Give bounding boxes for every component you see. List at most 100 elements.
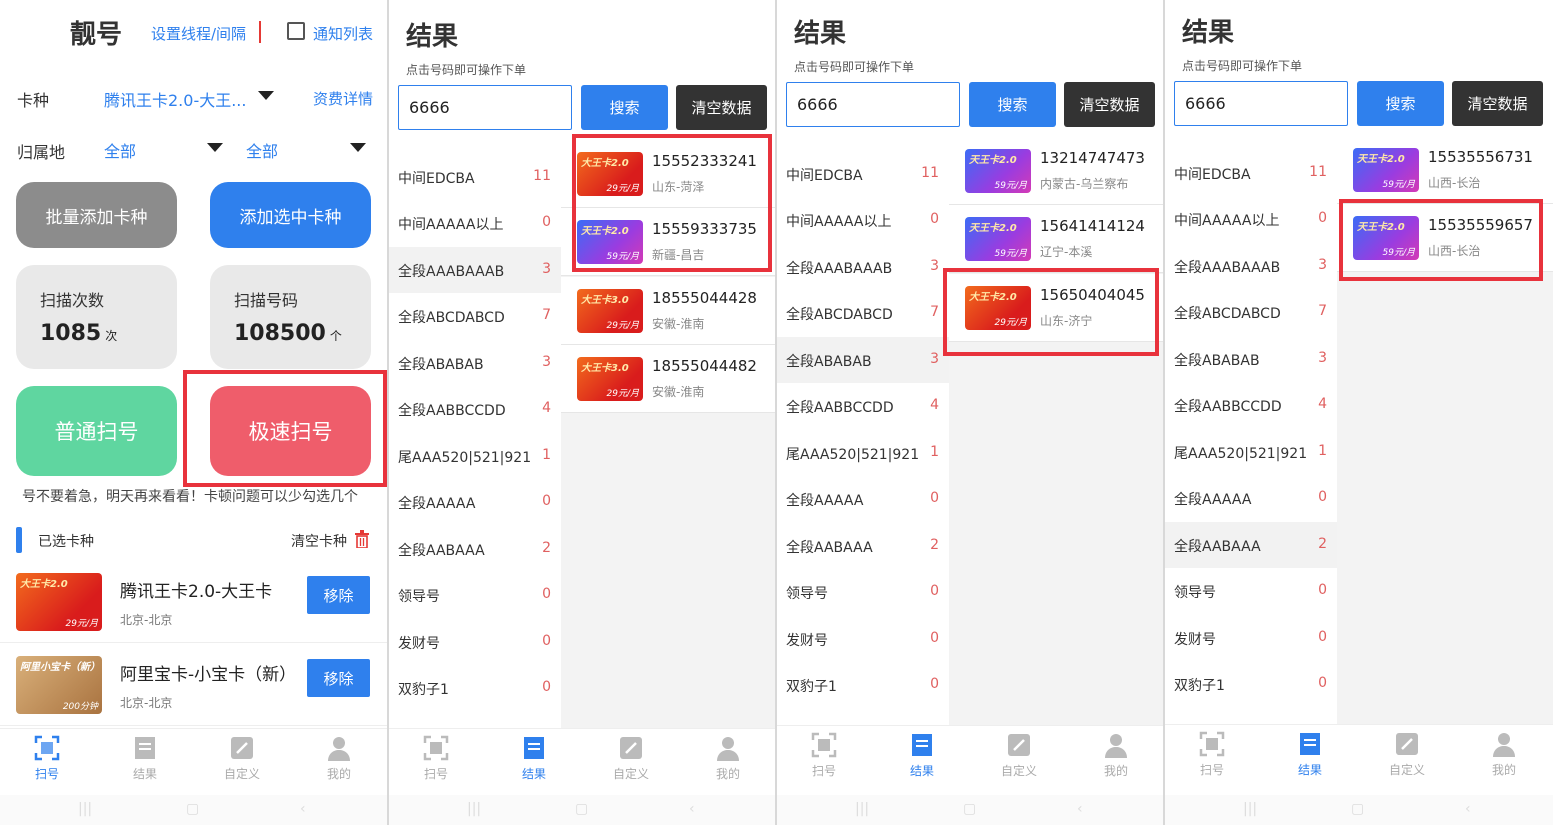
tab-scan[interactable]: 扫号 <box>789 732 859 779</box>
trash-icon[interactable] <box>354 530 370 548</box>
category-item[interactable]: 全段AAABAAAB 3 <box>389 247 561 293</box>
category-item[interactable]: 中间EDCBA 11 <box>777 151 949 197</box>
number-item[interactable]: 大王卡3.0 29元/月 18555044428 安徽-淮南 <box>561 277 775 345</box>
category-item[interactable]: 全段AABBCCDD 4 <box>777 383 949 429</box>
category-item[interactable]: 全段AAABAAAB 3 <box>1165 243 1337 289</box>
search-button[interactable]: 搜索 <box>1357 81 1444 126</box>
category-item[interactable]: 全段AABAAA 2 <box>1165 522 1337 568</box>
tab-profile[interactable]: 我的 <box>1469 731 1539 778</box>
category-item[interactable]: 全段AAAAA 0 <box>777 476 949 522</box>
phone-number[interactable]: 15559333735 <box>652 220 757 238</box>
tab-custom[interactable]: 自定义 <box>1372 731 1442 778</box>
system-nav-bar: ||| ▢ ‹ <box>777 795 1163 825</box>
search-input[interactable]: 6666 <box>1174 81 1348 126</box>
clear-data-button[interactable]: 清空数据 <box>1452 81 1543 126</box>
phone-number[interactable]: 15650404045 <box>1040 286 1145 304</box>
province-select[interactable]: 全部 <box>104 138 136 162</box>
category-item[interactable]: 全段ABCDABCD 7 <box>777 290 949 336</box>
number-item[interactable]: 天王卡2.0 59元/月 15641414124 辽宁-本溪 <box>949 205 1163 273</box>
category-item[interactable]: 尾AAA520|521|921 1 <box>777 430 949 476</box>
category-item[interactable]: 全段AABBCCDD 4 <box>1165 382 1337 428</box>
add-selected-button[interactable]: 添加选中卡种 <box>210 182 371 248</box>
category-item[interactable]: 发财号 0 <box>389 619 561 665</box>
number-item[interactable]: 天王卡2.0 59元/月 15535559657 山西-长治 <box>1337 204 1553 272</box>
chevron-down-icon[interactable] <box>350 143 366 152</box>
search-button[interactable]: 搜索 <box>581 85 668 130</box>
chevron-down-icon[interactable] <box>207 143 223 152</box>
category-item[interactable]: 双豹子1 0 <box>1165 661 1337 707</box>
category-item[interactable]: 双豹子1 0 <box>777 662 949 708</box>
category-item[interactable]: 发财号 0 <box>777 616 949 662</box>
category-item[interactable]: 中间AAAAA以上 0 <box>777 197 949 243</box>
category-item[interactable]: 领导号 0 <box>389 572 561 618</box>
city-select[interactable]: 全部 <box>246 138 278 162</box>
tab-custom[interactable]: 自定义 <box>596 735 666 782</box>
category-item[interactable]: 全段AABAAA 2 <box>389 526 561 572</box>
tab-custom[interactable]: 自定义 <box>207 735 277 782</box>
search-input[interactable]: 6666 <box>398 85 572 130</box>
search-input[interactable]: 6666 <box>786 82 960 127</box>
tab-profile[interactable]: 我的 <box>693 735 763 782</box>
number-item[interactable]: 大王卡2.0 29元/月 15552333241 山东-菏泽 <box>561 140 775 208</box>
tab-scan[interactable]: 扫号 <box>401 735 471 782</box>
category-item[interactable]: 全段ABABAB 3 <box>777 337 949 383</box>
number-item[interactable]: 天王卡2.0 59元/月 13214747473 内蒙古-乌兰察布 <box>949 137 1163 205</box>
tab-results[interactable]: 结果 <box>110 735 180 782</box>
category-item[interactable]: 中间EDCBA 11 <box>389 154 561 200</box>
category-item[interactable]: 尾AAA520|521|921 1 <box>389 433 561 479</box>
phone-number[interactable]: 15535556731 <box>1428 148 1533 166</box>
category-item[interactable]: 尾AAA520|521|921 1 <box>1165 429 1337 475</box>
category-item[interactable]: 中间AAAAA以上 0 <box>389 200 561 246</box>
normal-scan-button[interactable]: 普通扫号 <box>16 386 177 476</box>
number-item[interactable]: 大王卡3.0 29元/月 18555044482 安徽-淮南 <box>561 345 775 413</box>
chevron-down-icon[interactable] <box>258 91 274 100</box>
remove-button[interactable]: 移除 <box>307 576 370 614</box>
clear-data-button[interactable]: 清空数据 <box>1064 82 1155 127</box>
category-item[interactable]: 发财号 0 <box>1165 615 1337 661</box>
phone-number[interactable]: 13214747473 <box>1040 149 1145 167</box>
category-item[interactable]: 全段AAAAA 0 <box>1165 475 1337 521</box>
tab-results[interactable]: 结果 <box>887 732 957 779</box>
tab-scan[interactable]: 扫号 <box>1177 731 1247 778</box>
category-item[interactable]: 全段ABCDABCD 7 <box>1165 289 1337 335</box>
category-item[interactable]: 全段ABABAB 3 <box>1165 336 1337 382</box>
category-item[interactable]: 领导号 0 <box>777 569 949 615</box>
category-item[interactable]: 领导号 0 <box>1165 568 1337 614</box>
category-item[interactable]: 全段AAABAAAB 3 <box>777 244 949 290</box>
clear-cards-link[interactable]: 清空卡种 <box>291 531 347 551</box>
category-item[interactable]: 中间AAAAA以上 0 <box>1165 196 1337 242</box>
tab-results[interactable]: 结果 <box>1275 731 1345 778</box>
notify-checkbox[interactable] <box>287 22 305 40</box>
phone-number[interactable]: 15535559657 <box>1428 216 1533 234</box>
category-item[interactable]: 全段AAAAA 0 <box>389 479 561 525</box>
remove-button[interactable]: 移除 <box>307 659 370 697</box>
category-item[interactable]: 全段ABABAB 3 <box>389 340 561 386</box>
list-icon <box>135 737 155 759</box>
notify-list-label[interactable]: 通知列表 <box>313 23 373 44</box>
number-item[interactable]: 大王卡2.0 29元/月 15650404045 山东-济宁 <box>949 274 1163 342</box>
tab-custom[interactable]: 自定义 <box>984 732 1054 779</box>
category-item[interactable]: 双豹子1 0 <box>389 665 561 711</box>
clear-data-button[interactable]: 清空数据 <box>676 85 767 130</box>
card-type-select[interactable]: 腾讯王卡2.0-大王... <box>104 87 246 111</box>
page-title: 靓号 <box>70 20 123 50</box>
tab-profile[interactable]: 我的 <box>304 735 374 782</box>
batch-add-button[interactable]: 批量添加卡种 <box>16 182 177 248</box>
tab-scan[interactable]: 扫号 <box>12 735 82 782</box>
settings-link[interactable]: 设置线程/间隔 <box>151 23 246 44</box>
fee-details-link[interactable]: 资费详情 <box>313 88 373 109</box>
phone-number[interactable]: 18555044428 <box>652 289 757 307</box>
category-item[interactable]: 全段AABAAA 2 <box>777 523 949 569</box>
number-item[interactable]: 天王卡2.0 59元/月 15559333735 新疆-昌吉 <box>561 208 775 276</box>
number-item[interactable]: 天王卡2.0 59元/月 15535556731 山西-长治 <box>1337 136 1553 204</box>
phone-number[interactable]: 15552333241 <box>652 152 757 170</box>
category-item[interactable]: 全段ABCDABCD 7 <box>389 293 561 339</box>
category-item[interactable]: 中间EDCBA 11 <box>1165 150 1337 196</box>
tab-results[interactable]: 结果 <box>499 735 569 782</box>
search-button[interactable]: 搜索 <box>969 82 1056 127</box>
category-item[interactable]: 全段AABBCCDD 4 <box>389 386 561 432</box>
phone-number[interactable]: 18555044482 <box>652 357 757 375</box>
fast-scan-button[interactable]: 极速扫号 <box>210 386 371 476</box>
phone-number[interactable]: 15641414124 <box>1040 217 1145 235</box>
tab-profile[interactable]: 我的 <box>1081 732 1151 779</box>
